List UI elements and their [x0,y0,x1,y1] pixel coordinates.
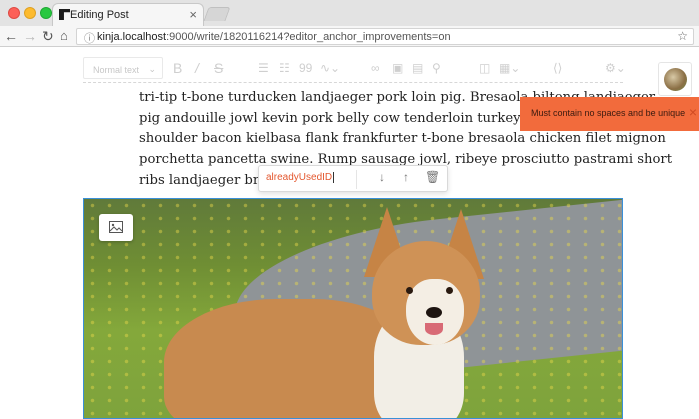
trash-icon[interactable]: 🗑 [425,170,440,184]
new-tab-button[interactable] [203,7,231,21]
link-icon[interactable]: ∞ [371,61,380,75]
paragraph-style-select[interactable]: Normal text ⌄ [83,57,163,79]
window-close-button[interactable] [8,7,20,19]
back-arrow-icon[interactable]: ← [4,27,18,45]
url-text: kinja.localhost:9000/write/1820116214?ed… [97,31,451,43]
tab-close-icon[interactable]: × [189,7,197,22]
anchor-id-input[interactable]: alreadyUsedID [266,172,335,183]
reload-icon[interactable]: ↻ [42,27,54,45]
strikethrough-icon[interactable]: S [214,61,223,75]
user-avatar-button[interactable] [658,62,692,96]
settings-icon[interactable]: ⚙⌄ [605,61,626,75]
close-icon[interactable]: × [689,104,697,120]
paragraph-line: shoulder bacon kielbasa flank frankfurte… [139,131,666,147]
paragraph-style-label: Normal text [93,65,140,75]
image-icon[interactable]: ▣ [392,61,403,75]
move-up-arrow-icon[interactable]: ↑ [403,170,409,184]
browser-tab[interactable]: Editing Post × [52,3,204,26]
divider [356,170,357,189]
toast-message: Must contain no spaces and be unique [531,108,686,118]
divider-icon[interactable]: ∿⌄ [320,61,340,75]
browser-address-row: ← → ↻ ⌂ ⓘ kinja.localhost:9000/write/182… [0,26,699,47]
table-icon[interactable]: ▦⌄ [499,61,520,75]
quote-icon[interactable]: 99 [299,61,312,75]
tab-title: Editing Post [70,9,129,21]
image-options-button[interactable] [99,214,133,241]
corgi-photo [84,199,622,418]
validation-toast: Must contain no spaces and be unique × [520,97,699,131]
avatar [664,68,687,91]
image-block[interactable] [83,198,623,419]
window-zoom-button[interactable] [40,7,52,19]
forward-arrow-icon[interactable]: → [23,27,37,45]
bulleted-list-icon[interactable]: ☰ [258,61,269,75]
move-down-arrow-icon[interactable]: ↓ [379,170,385,184]
numbered-list-icon[interactable]: ☷ [279,61,290,75]
paragraph-line: pig andouille jowl kevin pork belly cow … [139,110,665,126]
browser-tab-bar: Editing Post × [0,0,699,26]
layout-icon[interactable]: ◫ [479,61,490,75]
home-icon[interactable]: ⌂ [60,27,68,45]
kinja-favicon-icon [59,9,70,20]
italic-icon[interactable]: / [195,61,199,75]
embed-icon[interactable]: ⚲ [432,61,441,75]
code-icon[interactable]: ⟨⟩ [553,61,562,75]
window-minimize-button[interactable] [24,7,36,19]
info-icon[interactable]: ⓘ [84,30,95,46]
video-icon[interactable]: ▤ [412,61,423,75]
address-bar[interactable]: ⓘ kinja.localhost:9000/write/1820116214?… [76,28,694,45]
paragraph-line: tri-tip t-bone turducken landjaeger pork… [139,90,656,105]
image-icon [109,221,123,233]
bookmark-star-icon[interactable]: ☆ [677,29,688,43]
anchor-id-popover: alreadyUsedID ↓ ↑ 🗑 [258,165,448,192]
chevron-down-icon: ⌄ [148,64,156,74]
bold-icon[interactable]: B [173,61,182,75]
editor-toolbar: Normal text ⌄ B / S ☰ ☷ 99 ∿⌄ ∞ ▣ ▤ ⚲ ◫ … [83,55,626,83]
